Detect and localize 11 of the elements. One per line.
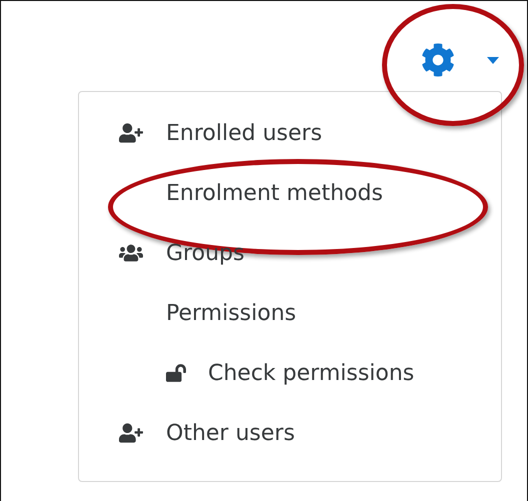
menu-item[interactable]: Check permissions	[79, 343, 501, 403]
menu-item[interactable]: Enrolled users	[79, 103, 501, 163]
settings-icon	[421, 43, 455, 77]
caret-icon	[487, 56, 499, 64]
menu-item[interactable]: Groups	[79, 223, 501, 283]
menu-item[interactable]: Enrolment methods	[79, 163, 501, 223]
menu-item[interactable]: Other users	[79, 403, 501, 463]
user-plus-icon	[119, 121, 143, 145]
user-plus-icon	[119, 421, 143, 445]
menu-item[interactable]: Permissions	[79, 283, 501, 343]
unlocked-padlock-icon	[166, 363, 186, 383]
